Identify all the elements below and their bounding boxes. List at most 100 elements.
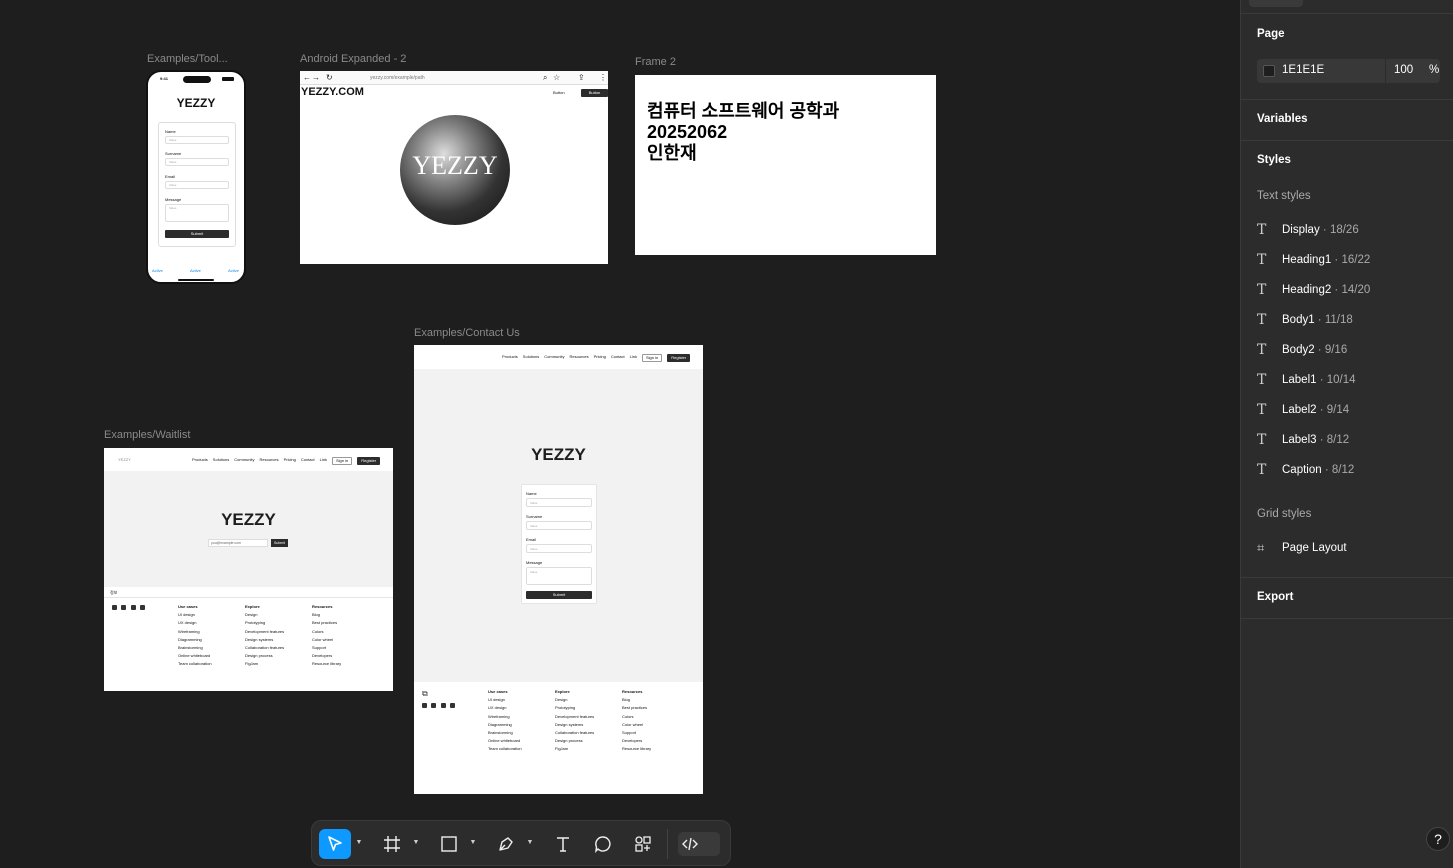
- grid-style-item[interactable]: ⌗ Page Layout: [1257, 538, 1347, 558]
- text-style-item[interactable]: T Label1 · 10/14: [1257, 370, 1356, 390]
- contact-frame[interactable]: Products Solutions Community Resources P…: [414, 345, 703, 794]
- waitlist-frame[interactable]: YEZZY Products Solutions Community Resou…: [104, 448, 393, 691]
- footer-link[interactable]: Support: [622, 729, 651, 737]
- footer-link[interactable]: Wireframing: [178, 628, 212, 636]
- footer-link[interactable]: Diagramming: [178, 636, 212, 644]
- frame-tool-button[interactable]: [376, 829, 408, 859]
- instagram-icon[interactable]: [431, 703, 436, 708]
- text-style-item[interactable]: T Heading2 · 14/20: [1257, 280, 1370, 300]
- nav-item[interactable]: Link: [630, 354, 637, 362]
- export-section[interactable]: Export: [1241, 578, 1453, 619]
- name-field[interactable]: Value: [165, 136, 229, 144]
- youtube-icon[interactable]: [441, 703, 446, 708]
- chevron-down-icon[interactable]: ▼: [354, 839, 364, 849]
- tab-active[interactable]: Active: [228, 268, 239, 273]
- page-color-field[interactable]: 1E1E1E 100 %: [1257, 59, 1440, 83]
- frame2[interactable]: 컴퓨터 소프트웨어 공학과 20252062 인한재: [635, 75, 936, 255]
- name-field[interactable]: Value: [526, 498, 592, 507]
- nav-item[interactable]: Link: [320, 457, 327, 465]
- frame-label-waitlist[interactable]: Examples/Waitlist: [104, 429, 190, 441]
- submit-button[interactable]: Submit: [526, 591, 592, 599]
- footer-link[interactable]: Design systems: [555, 721, 594, 729]
- frame-label-toolbar[interactable]: Examples/Tool...: [147, 53, 228, 65]
- footer-link[interactable]: Blog: [622, 696, 651, 704]
- footer-link[interactable]: Development features: [555, 713, 594, 721]
- message-field[interactable]: Value: [526, 567, 592, 585]
- frame-label-contact[interactable]: Examples/Contact Us: [414, 327, 520, 339]
- nav-item[interactable]: Pricing: [284, 457, 296, 465]
- sign-in-button[interactable]: Sign in: [332, 457, 353, 465]
- nav-item[interactable]: Community: [544, 354, 564, 362]
- footer-link[interactable]: Collaboration features: [245, 644, 284, 652]
- nav-item[interactable]: Contact: [301, 457, 315, 465]
- footer-link[interactable]: UX design: [488, 704, 522, 712]
- chevron-down-icon[interactable]: ▼: [411, 839, 421, 849]
- sign-in-button[interactable]: Sign in: [642, 354, 663, 362]
- linkedin-icon[interactable]: [140, 605, 145, 610]
- shape-tool-button[interactable]: [433, 829, 465, 859]
- nav-item[interactable]: Products: [192, 457, 208, 465]
- email-field[interactable]: Value: [165, 181, 229, 189]
- register-button[interactable]: Register: [667, 354, 691, 362]
- tab-active[interactable]: Active: [190, 268, 201, 273]
- footer-link[interactable]: Best practices: [622, 704, 651, 712]
- footer-link[interactable]: Brainstorming: [178, 644, 212, 652]
- nav-item[interactable]: Community: [234, 457, 254, 465]
- footer-link[interactable]: Prototyping: [245, 619, 284, 627]
- nav-item[interactable]: Products: [502, 354, 518, 362]
- register-button[interactable]: Register: [357, 457, 381, 465]
- surname-field[interactable]: Value: [526, 521, 592, 530]
- text-tool-button[interactable]: [547, 829, 579, 859]
- nav-item[interactable]: Contact: [611, 354, 625, 362]
- design-canvas[interactable]: Examples/Tool... 9:41 YEZZY Name Value S…: [0, 0, 1240, 868]
- nav-item[interactable]: Solutions: [523, 354, 539, 362]
- message-field[interactable]: Value: [165, 204, 229, 222]
- phone-frame[interactable]: 9:41 YEZZY Name Value Surname Value Emai…: [146, 70, 246, 284]
- footer-link[interactable]: Collaboration features: [555, 729, 594, 737]
- footer-link[interactable]: Prototyping: [555, 704, 594, 712]
- text-style-item[interactable]: T Label2 · 9/14: [1257, 400, 1349, 420]
- comment-tool-button[interactable]: [587, 829, 619, 859]
- frame-label-frame2[interactable]: Frame 2: [635, 56, 676, 68]
- nav-button[interactable]: Button: [553, 90, 565, 95]
- footer-link[interactable]: Brainstorming: [488, 729, 522, 737]
- tab-active[interactable]: Active: [152, 268, 163, 273]
- text-style-item[interactable]: T Heading1 · 16/22: [1257, 250, 1370, 270]
- footer-link[interactable]: UX design: [178, 619, 212, 627]
- android-frame[interactable]: ← → ↻ yezzy.com/example/path ⌕ ☆ ⇪ ⋮ YEZ…: [300, 71, 608, 264]
- footer-link[interactable]: Design systems: [245, 636, 284, 644]
- text-style-item[interactable]: T Label3 · 8/12: [1257, 430, 1349, 450]
- footer-link[interactable]: Color wheel: [622, 721, 651, 729]
- footer-link[interactable]: FigJam: [245, 660, 284, 668]
- help-button[interactable]: ?: [1426, 827, 1450, 851]
- text-style-item[interactable]: T Caption · 8/12: [1257, 460, 1354, 480]
- chevron-down-icon[interactable]: ▼: [468, 839, 478, 849]
- frame-label-android[interactable]: Android Expanded - 2: [300, 53, 406, 65]
- footer-link[interactable]: Team collaboration: [178, 660, 212, 668]
- nav-item[interactable]: Resources: [260, 457, 279, 465]
- footer-link[interactable]: Design process: [555, 737, 594, 745]
- footer-link[interactable]: Best practices: [312, 619, 341, 627]
- nav-item[interactable]: Resources: [570, 354, 589, 362]
- surname-field[interactable]: Value: [165, 158, 229, 166]
- footer-link[interactable]: Resource library: [312, 660, 341, 668]
- youtube-icon[interactable]: [131, 605, 136, 610]
- pen-tool-button[interactable]: [490, 829, 522, 859]
- footer-link[interactable]: Design process: [245, 652, 284, 660]
- text-style-item[interactable]: T Body1 · 11/18: [1257, 310, 1353, 330]
- move-tool-button[interactable]: [319, 829, 351, 859]
- chevron-down-icon[interactable]: ▼: [525, 839, 535, 849]
- variables-section[interactable]: Variables: [1241, 100, 1453, 141]
- footer-link[interactable]: Colors: [622, 713, 651, 721]
- nav-item[interactable]: Solutions: [213, 457, 229, 465]
- nav-button-primary[interactable]: Button: [581, 89, 608, 97]
- color-swatch[interactable]: [1263, 65, 1275, 77]
- footer-link[interactable]: Design: [555, 696, 594, 704]
- email-input[interactable]: you@example.com: [208, 539, 268, 547]
- footer-link[interactable]: UI design: [178, 611, 212, 619]
- footer-link[interactable]: Color wheel: [312, 636, 341, 644]
- footer-link[interactable]: Wireframing: [488, 713, 522, 721]
- x-icon[interactable]: [112, 605, 117, 610]
- email-field[interactable]: Value: [526, 544, 592, 553]
- linkedin-icon[interactable]: [450, 703, 455, 708]
